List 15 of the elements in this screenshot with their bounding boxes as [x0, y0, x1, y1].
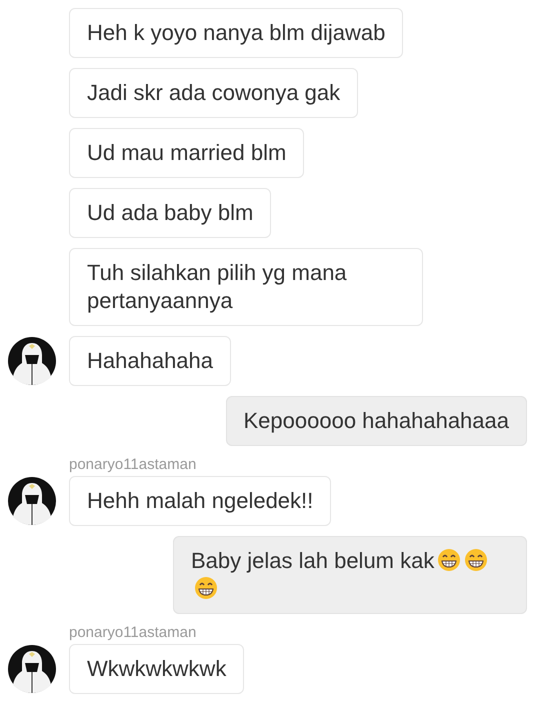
message-bubble: Hehh malah ngeledek!! [69, 476, 332, 526]
message-bubble: Ud mau married blm [69, 128, 304, 178]
sender-name: ponaryo11astaman [68, 624, 196, 641]
grinning-face-icon [437, 548, 462, 572]
message-bubble: Kepoooooo hahahahahaaa [226, 396, 527, 446]
message-bubble: Hahahahaha [69, 336, 232, 386]
message-bubble: Ud ada baby blm [69, 188, 272, 238]
message-bubble: Wkwkwkwkwk [69, 644, 244, 694]
sender-name: ponaryo11astaman [68, 456, 196, 473]
message-bubble: Heh k yoyo nanya blm dijawab [69, 8, 404, 58]
grinning-face-icon [464, 548, 488, 572]
message-bubble: Baby jelas lah belum kak [173, 536, 527, 614]
message-bubble: Tuh silahkan pilih yg mana pertanyaannya [69, 248, 423, 326]
message-bubble: Jadi skr ada cowonya gak [69, 68, 358, 118]
grinning-face-icon [194, 576, 218, 600]
